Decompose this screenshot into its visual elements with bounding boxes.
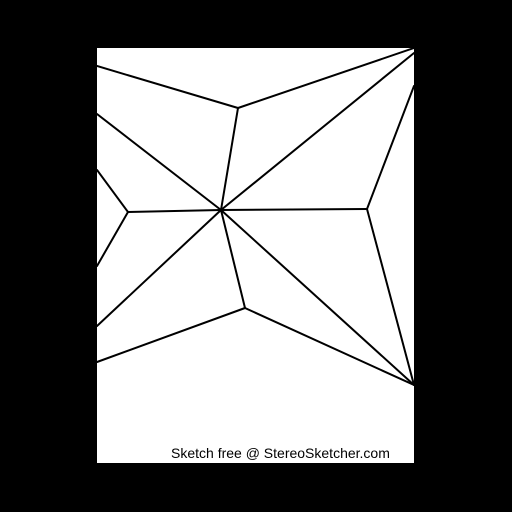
drawing-sheet: Sketch free @ StereoSketcher.com [97,48,414,463]
sketch-line [237,48,414,109]
sketch-line [366,85,414,210]
watermark-text: Sketch free @ StereoSketcher.com [171,445,390,461]
sketch-line [97,307,246,363]
sketch-line [97,65,239,109]
sketch-line [366,208,414,386]
sketch-drawing [97,48,414,386]
sketch-line [220,209,414,386]
sketch-line [127,209,222,213]
sketch-line [244,307,414,386]
sketch-line [97,209,222,327]
sketch-line [220,107,239,211]
sketch-line [97,211,129,267]
sketch-line [97,169,129,213]
sketch-line [220,52,414,211]
canvas-frame: Sketch free @ StereoSketcher.com [0,0,512,512]
sketch-line [220,209,246,309]
sketch-line [220,208,368,211]
